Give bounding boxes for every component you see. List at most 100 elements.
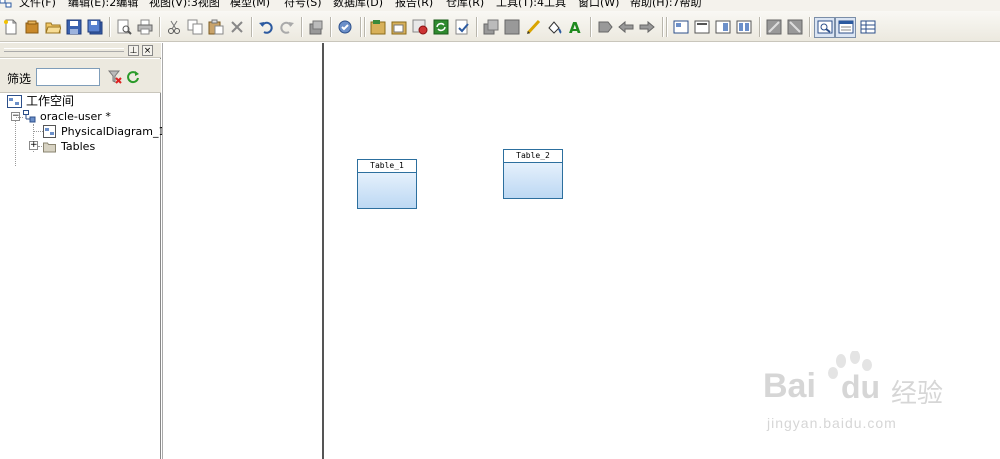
zoom-fit-icon[interactable] (736, 19, 752, 35)
physical-diagram-icon (43, 125, 56, 138)
toolbar-separator (330, 17, 332, 37)
filter-input[interactable] (36, 68, 100, 86)
layout-icon[interactable] (766, 19, 782, 35)
undo-icon[interactable] (258, 19, 274, 35)
menu-bar: 文件(F) 编辑(E):2编辑 视图(V):3视图 模型(M) 符号(S) 数据… (0, 0, 1000, 11)
toolbar-separator (364, 17, 366, 37)
arrow-forward-icon[interactable] (639, 19, 655, 35)
watermark-cn: 经验 (891, 378, 944, 408)
refresh-icon[interactable] (126, 70, 140, 84)
save-icon[interactable] (66, 19, 82, 35)
new-model-icon[interactable] (370, 19, 386, 35)
fill-icon[interactable] (546, 19, 562, 35)
print-icon[interactable] (137, 19, 153, 35)
zoom-page-icon[interactable] (673, 19, 689, 35)
folder-icon (43, 140, 56, 153)
tree-item-label: oracle-user * (40, 110, 111, 123)
toolbar-separator (809, 17, 811, 37)
auto-layout-icon[interactable] (787, 19, 803, 35)
check-model-icon[interactable] (337, 19, 353, 35)
redo-icon[interactable] (279, 19, 295, 35)
toolbar-separator (301, 17, 303, 37)
physical-model-icon (23, 110, 36, 123)
toolbar-separator (759, 17, 761, 37)
menu-tools[interactable]: 工具(T):4工具 (496, 0, 566, 10)
tree-item-workspace[interactable]: 工作空间 (7, 94, 127, 109)
panel-grip[interactable] (4, 48, 124, 52)
print-preview-icon[interactable] (116, 19, 132, 35)
menu-symbol[interactable]: 符号(S) (284, 0, 322, 10)
arrow-left-icon[interactable] (597, 19, 613, 35)
open-folder-icon[interactable] (45, 19, 61, 35)
open-project-icon[interactable] (24, 19, 40, 35)
tree-item-model[interactable]: oracle-user * (23, 110, 143, 123)
table-entity[interactable]: Table_1 (357, 159, 417, 209)
tree-item-diagram[interactable]: PhysicalDiagram_1 (43, 125, 165, 138)
arrow-back-icon[interactable] (618, 19, 634, 35)
text-color-icon[interactable]: A (567, 19, 583, 35)
tree-item-tables[interactable]: Tables (43, 140, 143, 153)
toolbar-separator (251, 17, 253, 37)
toolbar-separator (590, 17, 592, 37)
send-back-icon[interactable] (504, 19, 520, 35)
menu-file[interactable]: 文件(F) (19, 0, 56, 10)
panel-header: ⊥ × (0, 43, 161, 58)
watermark-brand-suffix: du (841, 369, 881, 405)
menu-report[interactable]: 报告(R) (395, 0, 433, 10)
cut-icon[interactable] (166, 19, 182, 35)
menu-help[interactable]: 帮助(H):7帮助 (630, 0, 702, 10)
object-browser-panel: ⊥ × 筛选 工作空间 − oracle-user * PhysicalDiag… (0, 43, 165, 459)
pen-icon[interactable] (525, 19, 541, 35)
new-file-icon[interactable] (3, 19, 19, 35)
properties-icon[interactable] (308, 19, 324, 35)
delete-icon[interactable] (229, 19, 245, 35)
toolbar: A (0, 11, 1000, 42)
report-icon[interactable] (454, 19, 470, 35)
menu-window[interactable]: 窗口(W) (578, 0, 619, 10)
zoom-out-icon[interactable] (715, 19, 731, 35)
toolbar-separator (662, 17, 664, 37)
watermark-url: jingyan.baidu.com (767, 415, 897, 431)
table-entity[interactable]: Table_2 (503, 149, 563, 199)
generate-icon[interactable] (433, 19, 449, 35)
toggle-browser-icon (817, 19, 833, 35)
menu-view[interactable]: 视图(V):3视图 (149, 0, 220, 10)
svg-text:A: A (569, 19, 581, 35)
tree-connector (33, 131, 43, 132)
table-entity-title: Table_1 (358, 160, 416, 173)
save-all-icon[interactable] (87, 19, 103, 35)
clear-filter-icon[interactable] (107, 70, 122, 84)
copy-icon[interactable] (187, 19, 203, 35)
zoom-in-icon[interactable] (694, 19, 710, 35)
filter-label: 筛选 (7, 72, 32, 86)
menu-database[interactable]: 数据库(D) (333, 0, 383, 10)
bring-front-icon[interactable] (483, 19, 499, 35)
toolbar-separator (666, 17, 668, 37)
tree-item-label: Tables (61, 140, 96, 153)
close-button[interactable]: × (142, 45, 153, 56)
toolbar-separator (476, 17, 478, 37)
menu-model[interactable]: 模型(M) (230, 0, 270, 10)
secondary-pane (162, 43, 324, 459)
workspace-icon (7, 94, 22, 109)
pin-button[interactable]: ⊥ (128, 45, 139, 56)
tree-connector (16, 117, 23, 118)
menu-repository[interactable]: 仓库(R) (446, 0, 484, 10)
compare-icon[interactable] (391, 19, 407, 35)
toolbar-separator (109, 17, 111, 37)
expand-toggle[interactable]: + (29, 141, 38, 150)
model-tree: 工作空间 − oracle-user * PhysicalDiagram_1 + (0, 94, 165, 459)
paste-icon[interactable] (208, 19, 224, 35)
toggle-result-icon[interactable] (860, 19, 876, 35)
merge-icon[interactable] (412, 19, 428, 35)
table-entity-title: Table_2 (504, 150, 562, 163)
app-icon (0, 0, 12, 8)
watermark: Bai du 经验 jingyan.baidu.com (755, 345, 955, 445)
toolbar-separator (360, 17, 362, 37)
tree-item-label: 工作空间 (26, 94, 75, 108)
tree-item-label: PhysicalDiagram_1 (61, 125, 166, 138)
toggle-output-icon (838, 19, 854, 35)
menu-edit[interactable]: 编辑(E):2编辑 (68, 0, 138, 10)
toolbar-separator (159, 17, 161, 37)
filter-row: 筛选 (0, 59, 161, 93)
